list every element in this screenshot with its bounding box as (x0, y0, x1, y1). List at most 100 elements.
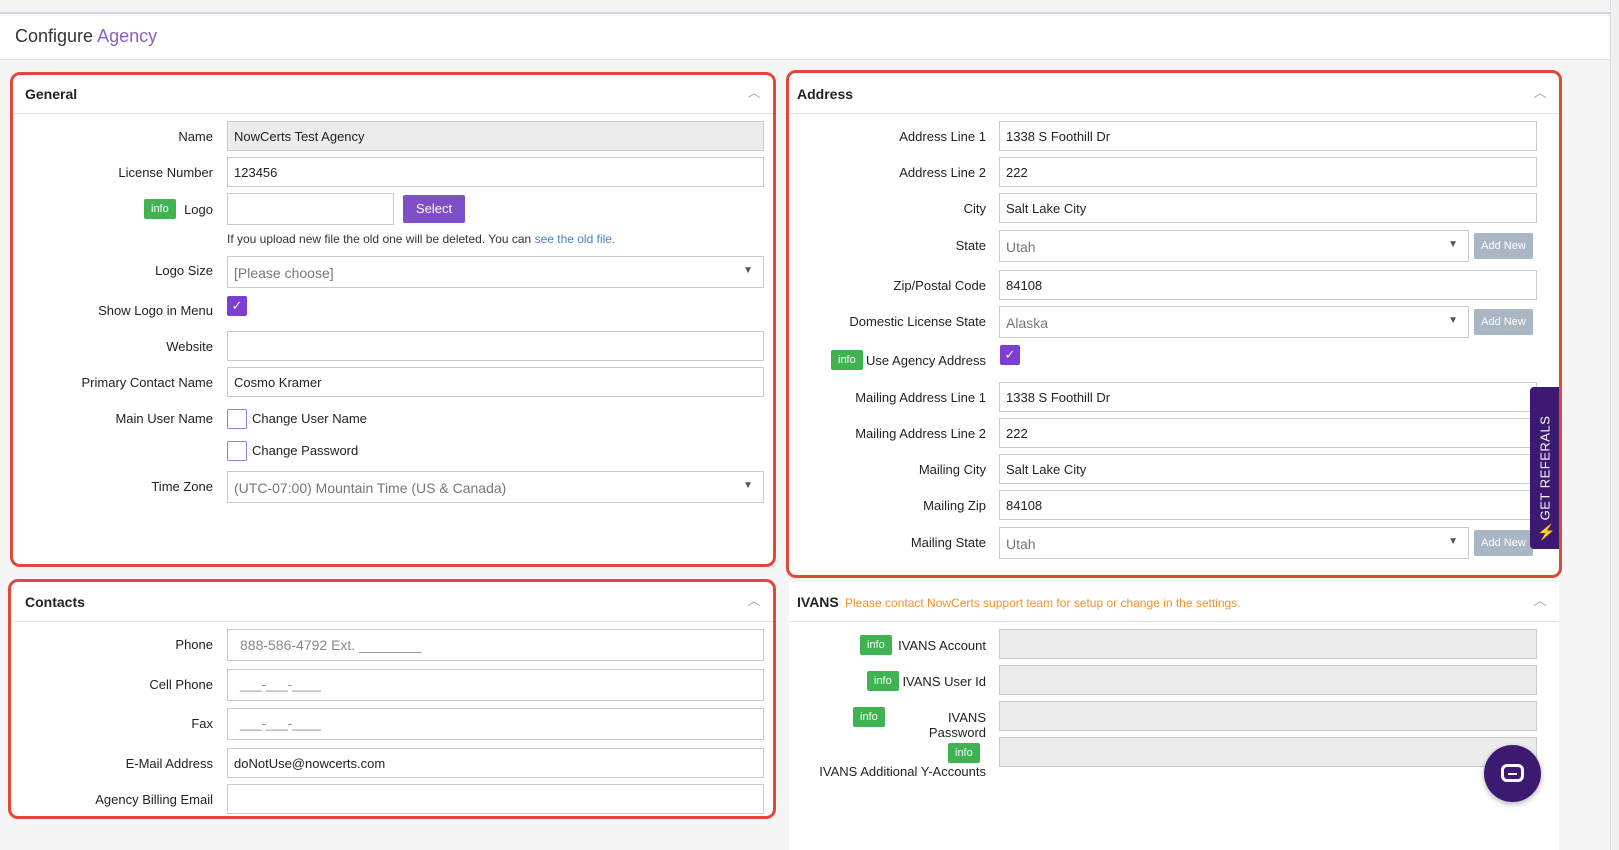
change-user-checkbox[interactable] (227, 409, 247, 429)
domestic-license-state-select[interactable]: Alaska ▼ (999, 306, 1469, 338)
show-logo-checkbox[interactable]: ✓ (227, 296, 247, 316)
ivans-account-info-badge[interactable]: info (860, 635, 892, 655)
mailing-state-select[interactable]: Utah ▼ (999, 527, 1469, 559)
see-old-file-link[interactable]: see the old file. (535, 232, 616, 246)
mailing-state-label: Mailing State (910, 535, 986, 550)
address-panel-title: Address (797, 86, 854, 102)
general-panel-title: General (25, 86, 78, 102)
license-number-label: License Number (118, 165, 213, 180)
address-line1-label: Address Line 1 (899, 129, 986, 144)
general-panel-header: General ︿ (13, 74, 773, 114)
ivans-additional-field[interactable] (999, 737, 1537, 767)
zip-field[interactable]: 84108 (999, 270, 1537, 300)
time-zone-select[interactable]: (UTC-07:00) Mountain Time (US & Canada) … (227, 471, 764, 503)
mailing-state-add-new-button[interactable]: Add New (1474, 530, 1533, 556)
address-line2-field[interactable]: 222 (999, 157, 1537, 187)
mailing-line1-field[interactable]: 1338 S Foothill Dr (999, 382, 1537, 412)
top-bar (0, 0, 1610, 14)
chevron-down-icon: ▼ (1448, 536, 1458, 547)
logo-file-field[interactable] (227, 193, 394, 225)
license-number-field[interactable]: 123456 (227, 157, 764, 187)
city-field[interactable]: Salt Lake City (999, 193, 1537, 223)
change-password-checkbox[interactable] (227, 441, 247, 461)
use-agency-info-badge[interactable]: info (831, 350, 863, 370)
domestic-license-state-value: Alaska (1006, 315, 1049, 331)
billing-email-label: Agency Billing Email (95, 792, 213, 807)
get-referrals-tab[interactable]: GET REFERALS ⚡ (1530, 387, 1559, 549)
name-label: Name (178, 129, 213, 144)
collapse-icon[interactable]: ︿ (745, 592, 763, 610)
show-logo-label: Show Logo in Menu (98, 303, 213, 318)
ivans-userid-label: IVANS User Id (902, 674, 986, 689)
ivans-password-field[interactable] (999, 701, 1537, 731)
domestic-license-add-new-button[interactable]: Add New (1474, 309, 1533, 335)
chat-icon (1501, 764, 1524, 782)
collapse-icon[interactable]: ︿ (1531, 592, 1549, 610)
collapse-icon[interactable]: ︿ (745, 84, 763, 102)
ivans-panel-title: IVANS (797, 594, 839, 610)
state-select[interactable]: Utah ▼ (999, 230, 1469, 262)
city-label: City (963, 201, 986, 216)
state-label: State (955, 238, 986, 253)
ivans-userid-field[interactable] (999, 665, 1537, 695)
logo-size-label: Logo Size (155, 263, 213, 278)
ivans-password-info-badge[interactable]: info (853, 707, 885, 727)
email-label: E-Mail Address (125, 756, 213, 771)
ivans-additional-label: IVANS Additional Y-Accounts (819, 764, 986, 779)
state-add-new-button[interactable]: Add New (1474, 233, 1533, 259)
chevron-down-icon: ▼ (743, 480, 753, 491)
contacts-panel-title: Contacts (25, 594, 85, 610)
ivans-account-field[interactable] (999, 629, 1537, 659)
mailing-zip-field[interactable]: 84108 (999, 490, 1537, 520)
mailing-line2-field[interactable]: 222 (999, 418, 1537, 448)
address-line1-field[interactable]: 1338 S Foothill Dr (999, 121, 1537, 151)
page-title: Configure Agency (15, 26, 157, 47)
logo-help-message: If you upload new file the old one will … (227, 232, 535, 246)
logo-label: Logo (184, 202, 213, 217)
fax-field[interactable]: ___-___-____ (227, 708, 764, 740)
cell-phone-label: Cell Phone (149, 677, 213, 692)
time-zone-label: Time Zone (151, 479, 213, 494)
cell-phone-field[interactable]: ___-___-____ (227, 669, 764, 701)
mailing-zip-label: Mailing Zip (923, 498, 986, 513)
website-field[interactable] (227, 331, 764, 361)
mailing-line2-label: Mailing Address Line 2 (855, 426, 986, 441)
logo-size-select[interactable]: [Please choose] ▼ (227, 256, 764, 288)
collapse-icon[interactable]: ︿ (1531, 84, 1549, 102)
page-title-prefix: Configure (15, 26, 94, 46)
ivans-userid-info-badge[interactable]: info (867, 671, 899, 691)
mailing-state-value: Utah (1006, 536, 1036, 552)
ivans-password-label: IVANS Password (928, 710, 986, 740)
mailing-line1-label: Mailing Address Line 1 (855, 390, 986, 405)
logo-size-value: [Please choose] (234, 265, 334, 281)
page-title-accent: Agency (97, 26, 158, 46)
chevron-down-icon: ▼ (743, 265, 753, 276)
contacts-panel-header: Contacts ︿ (13, 582, 773, 622)
main-user-label: Main User Name (115, 411, 213, 426)
check-icon: ✓ (1004, 347, 1016, 362)
address-line2-label: Address Line 2 (899, 165, 986, 180)
email-field[interactable]: doNotUse@nowcerts.com (227, 748, 764, 778)
phone-field[interactable]: 888-586-4792 Ext. ________ (227, 629, 764, 661)
lightning-icon: ⚡ (1537, 524, 1556, 541)
zip-label: Zip/Postal Code (893, 278, 987, 293)
fax-label: Fax (191, 716, 213, 731)
ivans-additional-info-badge[interactable]: info (948, 743, 980, 763)
domestic-license-state-label: Domestic License State (849, 314, 986, 329)
chat-button[interactable] (1484, 745, 1541, 802)
name-field[interactable]: NowCerts Test Agency (227, 121, 764, 151)
phone-label: Phone (175, 637, 213, 652)
get-referrals-label: GET REFERALS (1537, 415, 1552, 521)
change-user-label: Change User Name (252, 411, 367, 426)
page-scrollbar[interactable] (1610, 0, 1619, 850)
change-password-label: Change Password (252, 443, 359, 458)
billing-email-field[interactable] (227, 784, 764, 814)
mailing-city-field[interactable]: Salt Lake City (999, 454, 1537, 484)
ivans-account-label: IVANS Account (898, 638, 986, 653)
primary-contact-field[interactable]: Cosmo Kramer (227, 367, 764, 397)
chevron-down-icon: ▼ (1448, 315, 1458, 326)
use-agency-address-checkbox[interactable]: ✓ (1000, 345, 1020, 365)
page-header: Configure Agency (0, 16, 1610, 60)
logo-select-button[interactable]: Select (403, 195, 465, 223)
chevron-down-icon: ▼ (1448, 239, 1458, 250)
